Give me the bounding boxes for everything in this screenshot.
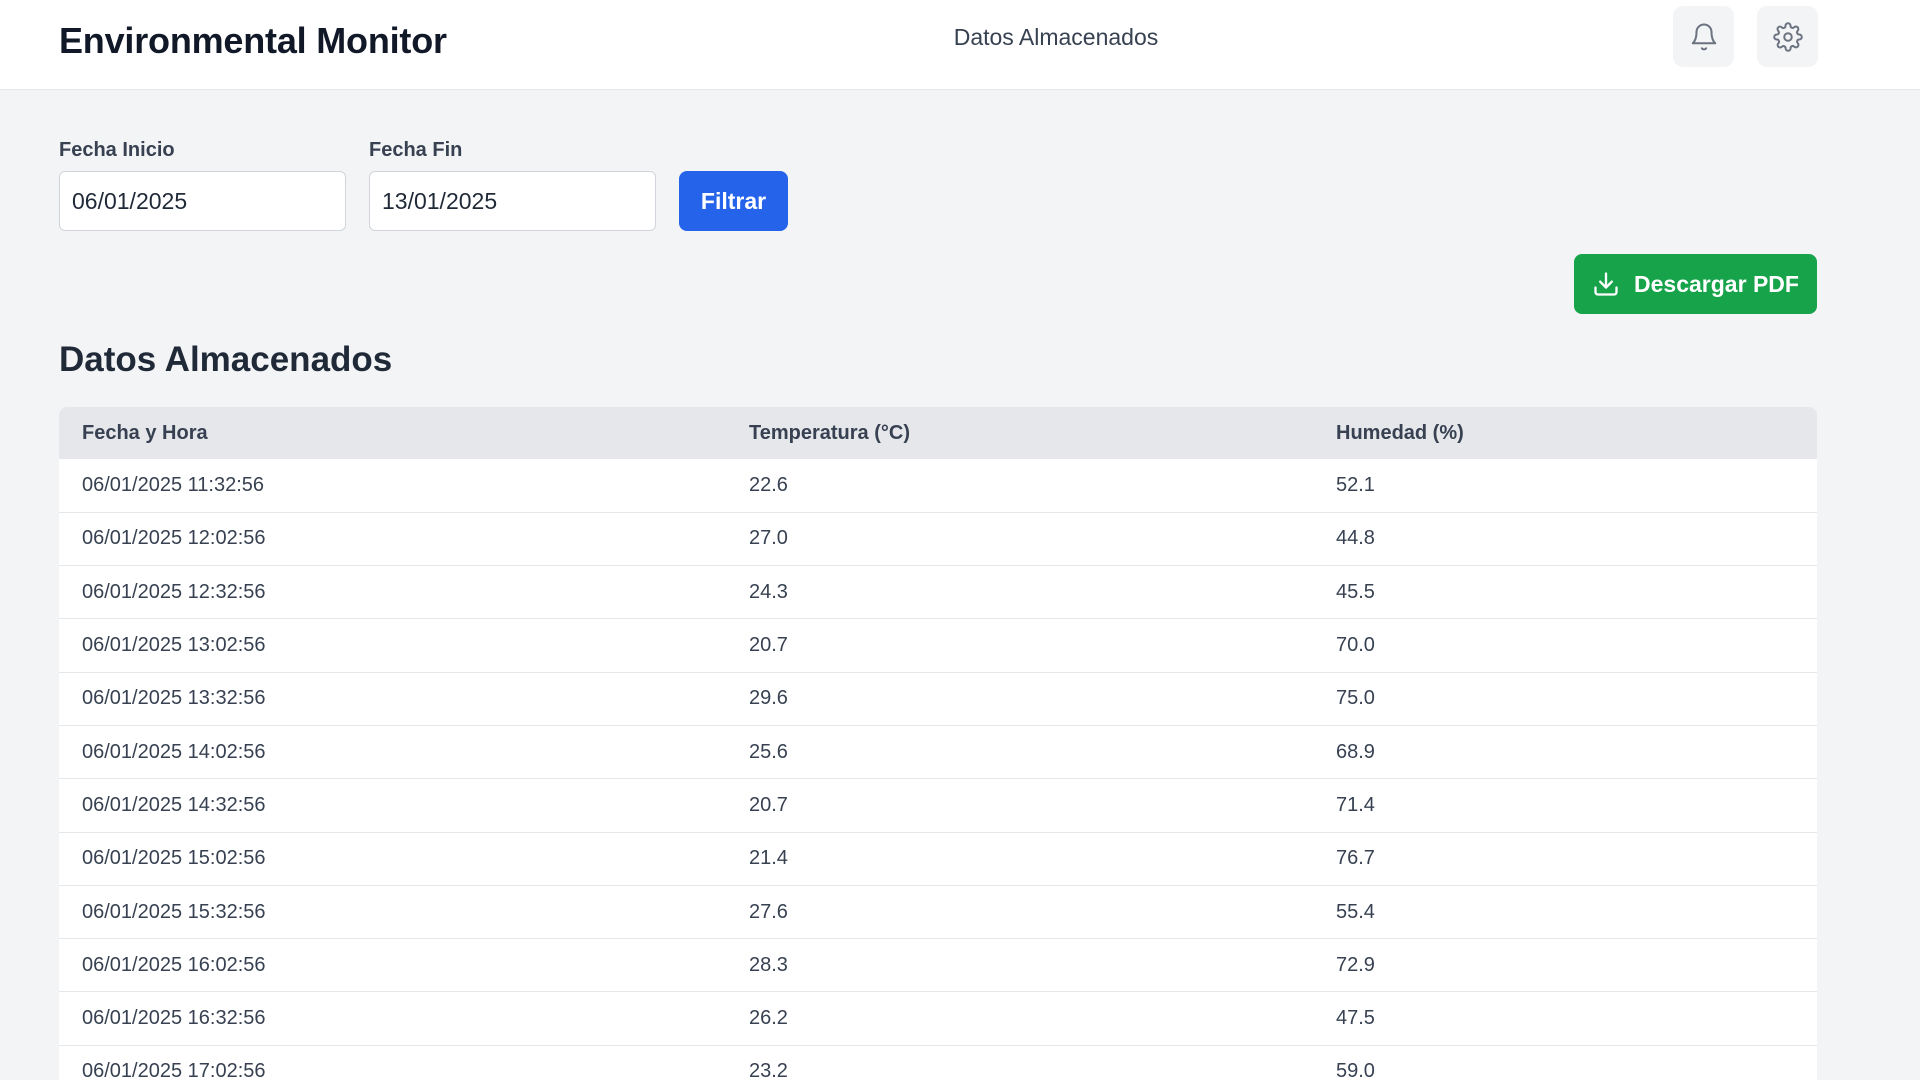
table-row: 06/01/2025 15:02:56 21.4 76.7 [59, 832, 1817, 886]
cell-datetime: 06/01/2025 16:32:56 [82, 1007, 266, 1030]
table-row: 06/01/2025 17:02:56 23.2 59.0 [59, 1045, 1817, 1080]
column-header-datetime: Fecha y Hora [82, 421, 208, 444]
column-header-humidity: Humedad (%) [1336, 421, 1464, 444]
table-body: 06/01/2025 11:32:56 22.6 52.1 06/01/2025 12… [59, 459, 1817, 1080]
table-row: 06/01/2025 11:32:56 22.6 52.1 [59, 459, 1817, 513]
cell-humidity: 75.0 [1336, 687, 1375, 710]
table-header-row: Fecha y Hora Temperatura (°C) Humedad (%… [59, 407, 1817, 459]
cell-datetime: 06/01/2025 13:02:56 [82, 634, 266, 657]
cell-temperature: 23.2 [749, 1060, 788, 1080]
cell-temperature: 24.3 [749, 580, 788, 603]
cell-temperature: 26.2 [749, 1007, 788, 1030]
cell-humidity: 52.1 [1336, 473, 1375, 496]
settings-button[interactable] [1757, 6, 1818, 67]
table-row: 06/01/2025 14:02:56 25.6 68.9 [59, 725, 1817, 779]
cell-temperature: 20.7 [749, 793, 788, 816]
table-row: 06/01/2025 13:32:56 29.6 75.0 [59, 672, 1817, 726]
download-icon [1594, 272, 1618, 296]
cell-temperature: 25.6 [749, 740, 788, 763]
section-title: Datos Almacenados [59, 340, 393, 379]
gear-icon [1772, 21, 1803, 52]
table-row: 06/01/2025 13:02:56 20.7 70.0 [59, 619, 1817, 673]
cell-datetime: 06/01/2025 14:02:56 [82, 740, 266, 763]
table-row: 06/01/2025 12:02:56 27.0 44.8 [59, 512, 1817, 566]
start-date-label: Fecha Inicio [59, 139, 175, 161]
notifications-button[interactable] [1673, 6, 1734, 67]
table-row: 06/01/2025 12:32:56 24.3 45.5 [59, 566, 1817, 619]
cell-humidity: 59.0 [1336, 1060, 1375, 1080]
cell-humidity: 55.4 [1336, 900, 1375, 923]
cell-datetime: 06/01/2025 13:32:56 [82, 687, 266, 710]
top-bar: Environmental Monitor Datos Almacenados [0, 0, 1920, 90]
cell-temperature: 28.3 [749, 953, 788, 976]
filter-button[interactable]: Filtrar [679, 171, 788, 231]
cell-humidity: 47.5 [1336, 1007, 1375, 1030]
cell-humidity: 71.4 [1336, 793, 1375, 816]
table-row: 06/01/2025 16:32:56 26.2 47.5 [59, 992, 1817, 1046]
table-row: 06/01/2025 16:02:56 28.3 72.9 [59, 939, 1817, 992]
cell-humidity: 72.9 [1336, 953, 1375, 976]
data-table: Fecha y Hora Temperatura (°C) Humedad (%… [59, 407, 1817, 1080]
cell-datetime: 06/01/2025 11:32:56 [82, 473, 265, 496]
column-header-temperature: Temperatura (°C) [749, 421, 910, 444]
cell-humidity: 44.8 [1336, 527, 1375, 550]
cell-datetime: 06/01/2025 15:02:56 [82, 847, 266, 870]
table-row: 06/01/2025 15:32:56 27.6 55.4 [59, 885, 1817, 939]
cell-humidity: 45.5 [1336, 580, 1375, 603]
cell-datetime: 06/01/2025 15:32:56 [82, 900, 266, 923]
end-date-label: Fecha Fin [369, 139, 463, 161]
cell-temperature: 20.7 [749, 634, 788, 657]
cell-datetime: 06/01/2025 12:32:56 [82, 580, 266, 603]
cell-humidity: 70.0 [1336, 634, 1375, 657]
cell-temperature: 27.6 [749, 900, 788, 923]
cell-temperature: 21.4 [749, 847, 788, 870]
table-row: 06/01/2025 14:32:56 20.7 71.4 [59, 779, 1817, 833]
cell-datetime: 06/01/2025 16:02:56 [82, 953, 266, 976]
nav-link-datos-almacenados[interactable]: Datos Almacenados [0, 24, 1920, 51]
cell-humidity: 68.9 [1336, 740, 1375, 763]
cell-datetime: 06/01/2025 17:02:56 [82, 1060, 266, 1080]
end-date-input[interactable] [369, 171, 656, 231]
cell-temperature: 27.0 [749, 527, 788, 550]
start-date-input[interactable] [59, 171, 346, 231]
download-pdf-label: Descargar PDF [1634, 270, 1799, 297]
cell-datetime: 06/01/2025 12:02:56 [82, 527, 266, 550]
cell-datetime: 06/01/2025 14:32:56 [82, 793, 266, 816]
cell-humidity: 76.7 [1336, 847, 1375, 870]
bell-icon [1691, 23, 1716, 50]
download-pdf-button[interactable]: Descargar PDF [1574, 254, 1817, 314]
data-table-container: Fecha y Hora Temperatura (°C) Humedad (%… [59, 407, 1817, 1080]
cell-temperature: 22.6 [749, 473, 788, 496]
cell-temperature: 29.6 [749, 687, 788, 710]
